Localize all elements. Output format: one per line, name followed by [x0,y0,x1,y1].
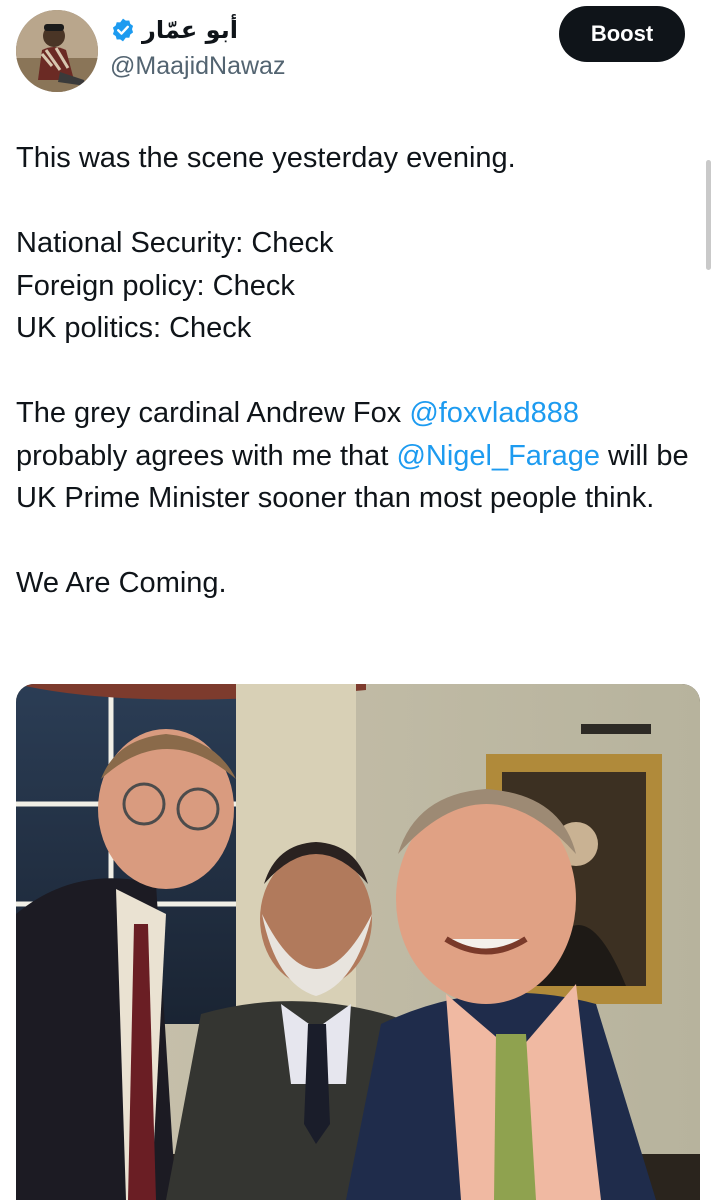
tweet-line: Foreign policy: Check [16,269,295,302]
author-display-name[interactable]: أبو عمّار [142,16,238,44]
tweet-paragraph: The grey cardinal Andrew Fox @foxvlad888… [16,392,696,520]
boost-button[interactable]: Boost [559,6,685,62]
tweet-line: National Security: Check [16,227,334,259]
author-avatar[interactable] [16,10,98,92]
tweet-text-fragment: probably agrees with me that [16,439,397,472]
tweet-line: This was the scene yesterday evening. [16,142,516,174]
mention-link[interactable]: @Nigel_Farage [396,440,600,472]
tweet-text: This was the scene yesterday evening. Na… [16,137,696,605]
mention-link[interactable]: @foxvlad888 [409,397,579,429]
tweet-text-fragment: The grey cardinal Andrew Fox [16,397,410,429]
tweet-media-photo[interactable] [16,684,700,1200]
verified-badge-icon [112,18,134,42]
author-handle[interactable]: @MaajidNawaz [110,52,285,81]
tweet-line: UK politics: Check [16,312,252,344]
scrollbar[interactable] [706,160,711,270]
tweet-line: We Are Coming. [16,567,227,599]
tweet-header: أبو عمّار @MaajidNawaz Boost [0,0,716,100]
